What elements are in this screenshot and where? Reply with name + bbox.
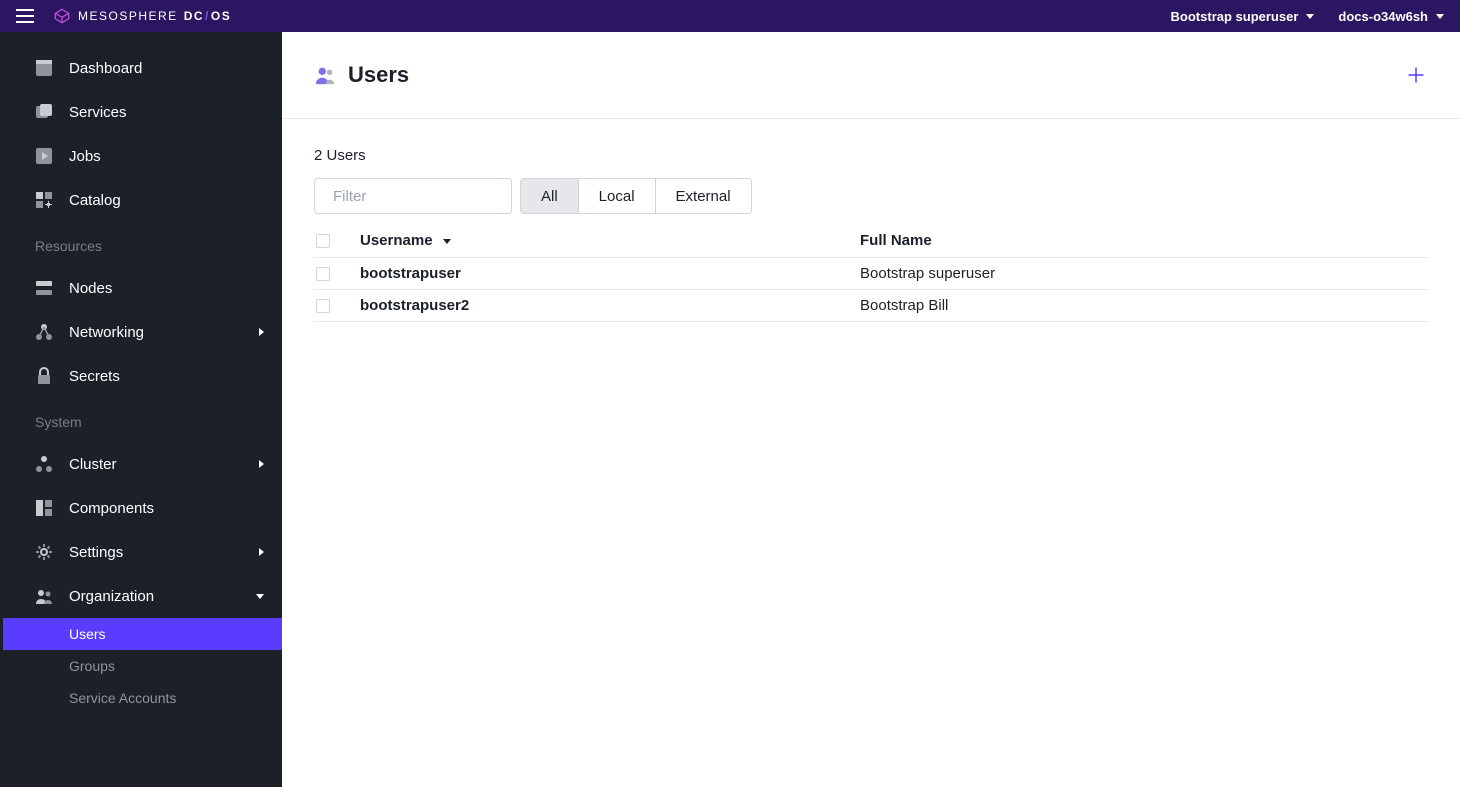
sidebar-item-secrets[interactable]: Secrets <box>3 354 282 398</box>
sidebar-subitem-label: Users <box>69 626 106 642</box>
column-header-username[interactable]: Username <box>360 232 860 249</box>
sidebar-item-label: Cluster <box>69 456 117 473</box>
sidebar-subitem-label: Groups <box>69 658 115 674</box>
chevron-right-icon <box>259 328 264 336</box>
add-user-button[interactable] <box>1404 63 1428 87</box>
table-header-row: Username Full Name <box>314 224 1428 258</box>
select-all-checkbox[interactable] <box>316 234 330 248</box>
page-header: Users <box>282 32 1460 119</box>
segment-local[interactable]: Local <box>579 179 656 213</box>
mesosphere-logo-icon <box>54 8 70 24</box>
topbar: MESOSPHERE DC / OS Bootstrap superuser d… <box>0 0 1460 32</box>
sidebar-item-services[interactable]: Services <box>3 90 282 134</box>
cell-username[interactable]: bootstrapuser <box>360 265 860 282</box>
caret-down-icon <box>1306 14 1314 19</box>
filter-input[interactable] <box>333 188 532 205</box>
segment-label: External <box>676 188 731 205</box>
page-title: Users <box>348 62 409 88</box>
settings-icon <box>35 543 53 561</box>
users-table: Username Full Name bootstrapuser Bootstr… <box>314 224 1428 322</box>
chevron-down-icon <box>256 594 264 599</box>
row-checkbox[interactable] <box>316 267 330 281</box>
sidebar-item-jobs[interactable]: Jobs <box>3 134 282 178</box>
sidebar-item-settings[interactable]: Settings <box>3 530 282 574</box>
filter-input-wrapper[interactable] <box>314 178 512 214</box>
chevron-right-icon <box>259 460 264 468</box>
sidebar-item-label: Settings <box>69 544 123 561</box>
segment-external[interactable]: External <box>656 179 751 213</box>
sidebar-heading-resources: Resources <box>3 222 282 266</box>
nodes-icon <box>35 279 53 297</box>
user-menu-label: Bootstrap superuser <box>1171 9 1299 24</box>
main-content: Users 2 Users All Local <box>282 32 1460 787</box>
segment-all[interactable]: All <box>521 179 579 213</box>
sidebar-item-label: Jobs <box>69 148 101 165</box>
chevron-right-icon <box>259 548 264 556</box>
brand-dc: DC <box>184 9 204 23</box>
sidebar-item-label: Dashboard <box>69 60 142 77</box>
cell-fullname: Bootstrap superuser <box>860 265 1428 282</box>
sidebar-heading-system: System <box>3 398 282 442</box>
sidebar-item-label: Organization <box>69 588 154 605</box>
sidebar-item-dashboard[interactable]: Dashboard <box>3 46 282 90</box>
caret-down-icon <box>1436 14 1444 19</box>
dashboard-icon <box>35 59 53 77</box>
sidebar-item-networking[interactable]: Networking <box>3 310 282 354</box>
sidebar-subitem-users[interactable]: Users <box>3 618 282 650</box>
cluster-icon <box>35 455 53 473</box>
table-row: bootstrapuser2 Bootstrap Bill <box>314 290 1428 322</box>
sidebar-item-label: Catalog <box>69 192 121 209</box>
segment-label: All <box>541 188 558 205</box>
jobs-icon <box>35 147 53 165</box>
plus-icon <box>1408 67 1424 83</box>
sidebar-item-label: Secrets <box>69 368 120 385</box>
brand-logo[interactable]: MESOSPHERE DC / OS <box>54 8 231 24</box>
cluster-menu-label: docs-o34w6sh <box>1338 9 1428 24</box>
secrets-icon <box>35 367 53 385</box>
sort-descending-icon <box>443 239 451 244</box>
sidebar-item-cluster[interactable]: Cluster <box>3 442 282 486</box>
users-count-label: 2 Users <box>314 147 1428 164</box>
filter-segment-group: All Local External <box>520 178 752 214</box>
cell-username[interactable]: bootstrapuser2 <box>360 297 860 314</box>
sidebar-subitem-label: Service Accounts <box>69 690 176 706</box>
services-icon <box>35 103 53 121</box>
catalog-icon <box>35 191 53 209</box>
cluster-menu[interactable]: docs-o34w6sh <box>1338 9 1444 24</box>
organization-icon <box>35 587 53 605</box>
sidebar-item-label: Components <box>69 500 154 517</box>
brand-os: OS <box>211 9 231 23</box>
user-menu[interactable]: Bootstrap superuser <box>1171 9 1315 24</box>
networking-icon <box>35 323 53 341</box>
row-checkbox[interactable] <box>316 299 330 313</box>
brand-text: MESOSPHERE <box>78 9 178 23</box>
sidebar: Dashboard Services Jobs Catalog <box>0 32 282 787</box>
sidebar-item-label: Networking <box>69 324 144 341</box>
brand-slash: / <box>205 9 210 23</box>
sidebar-subitem-service-accounts[interactable]: Service Accounts <box>3 682 282 714</box>
sidebar-item-label: Nodes <box>69 280 112 297</box>
table-row: bootstrapuser Bootstrap superuser <box>314 258 1428 290</box>
column-header-label: Full Name <box>860 232 932 249</box>
hamburger-menu-button[interactable] <box>16 7 34 25</box>
users-icon <box>314 64 336 86</box>
cell-fullname: Bootstrap Bill <box>860 297 1428 314</box>
sidebar-item-nodes[interactable]: Nodes <box>3 266 282 310</box>
sidebar-item-organization[interactable]: Organization <box>3 574 282 618</box>
segment-label: Local <box>599 188 635 205</box>
sidebar-item-components[interactable]: Components <box>3 486 282 530</box>
sidebar-item-catalog[interactable]: Catalog <box>3 178 282 222</box>
sidebar-subitem-groups[interactable]: Groups <box>3 650 282 682</box>
sidebar-item-label: Services <box>69 104 127 121</box>
components-icon <box>35 499 53 517</box>
column-header-label: Username <box>360 232 433 249</box>
column-header-fullname[interactable]: Full Name <box>860 232 1428 249</box>
